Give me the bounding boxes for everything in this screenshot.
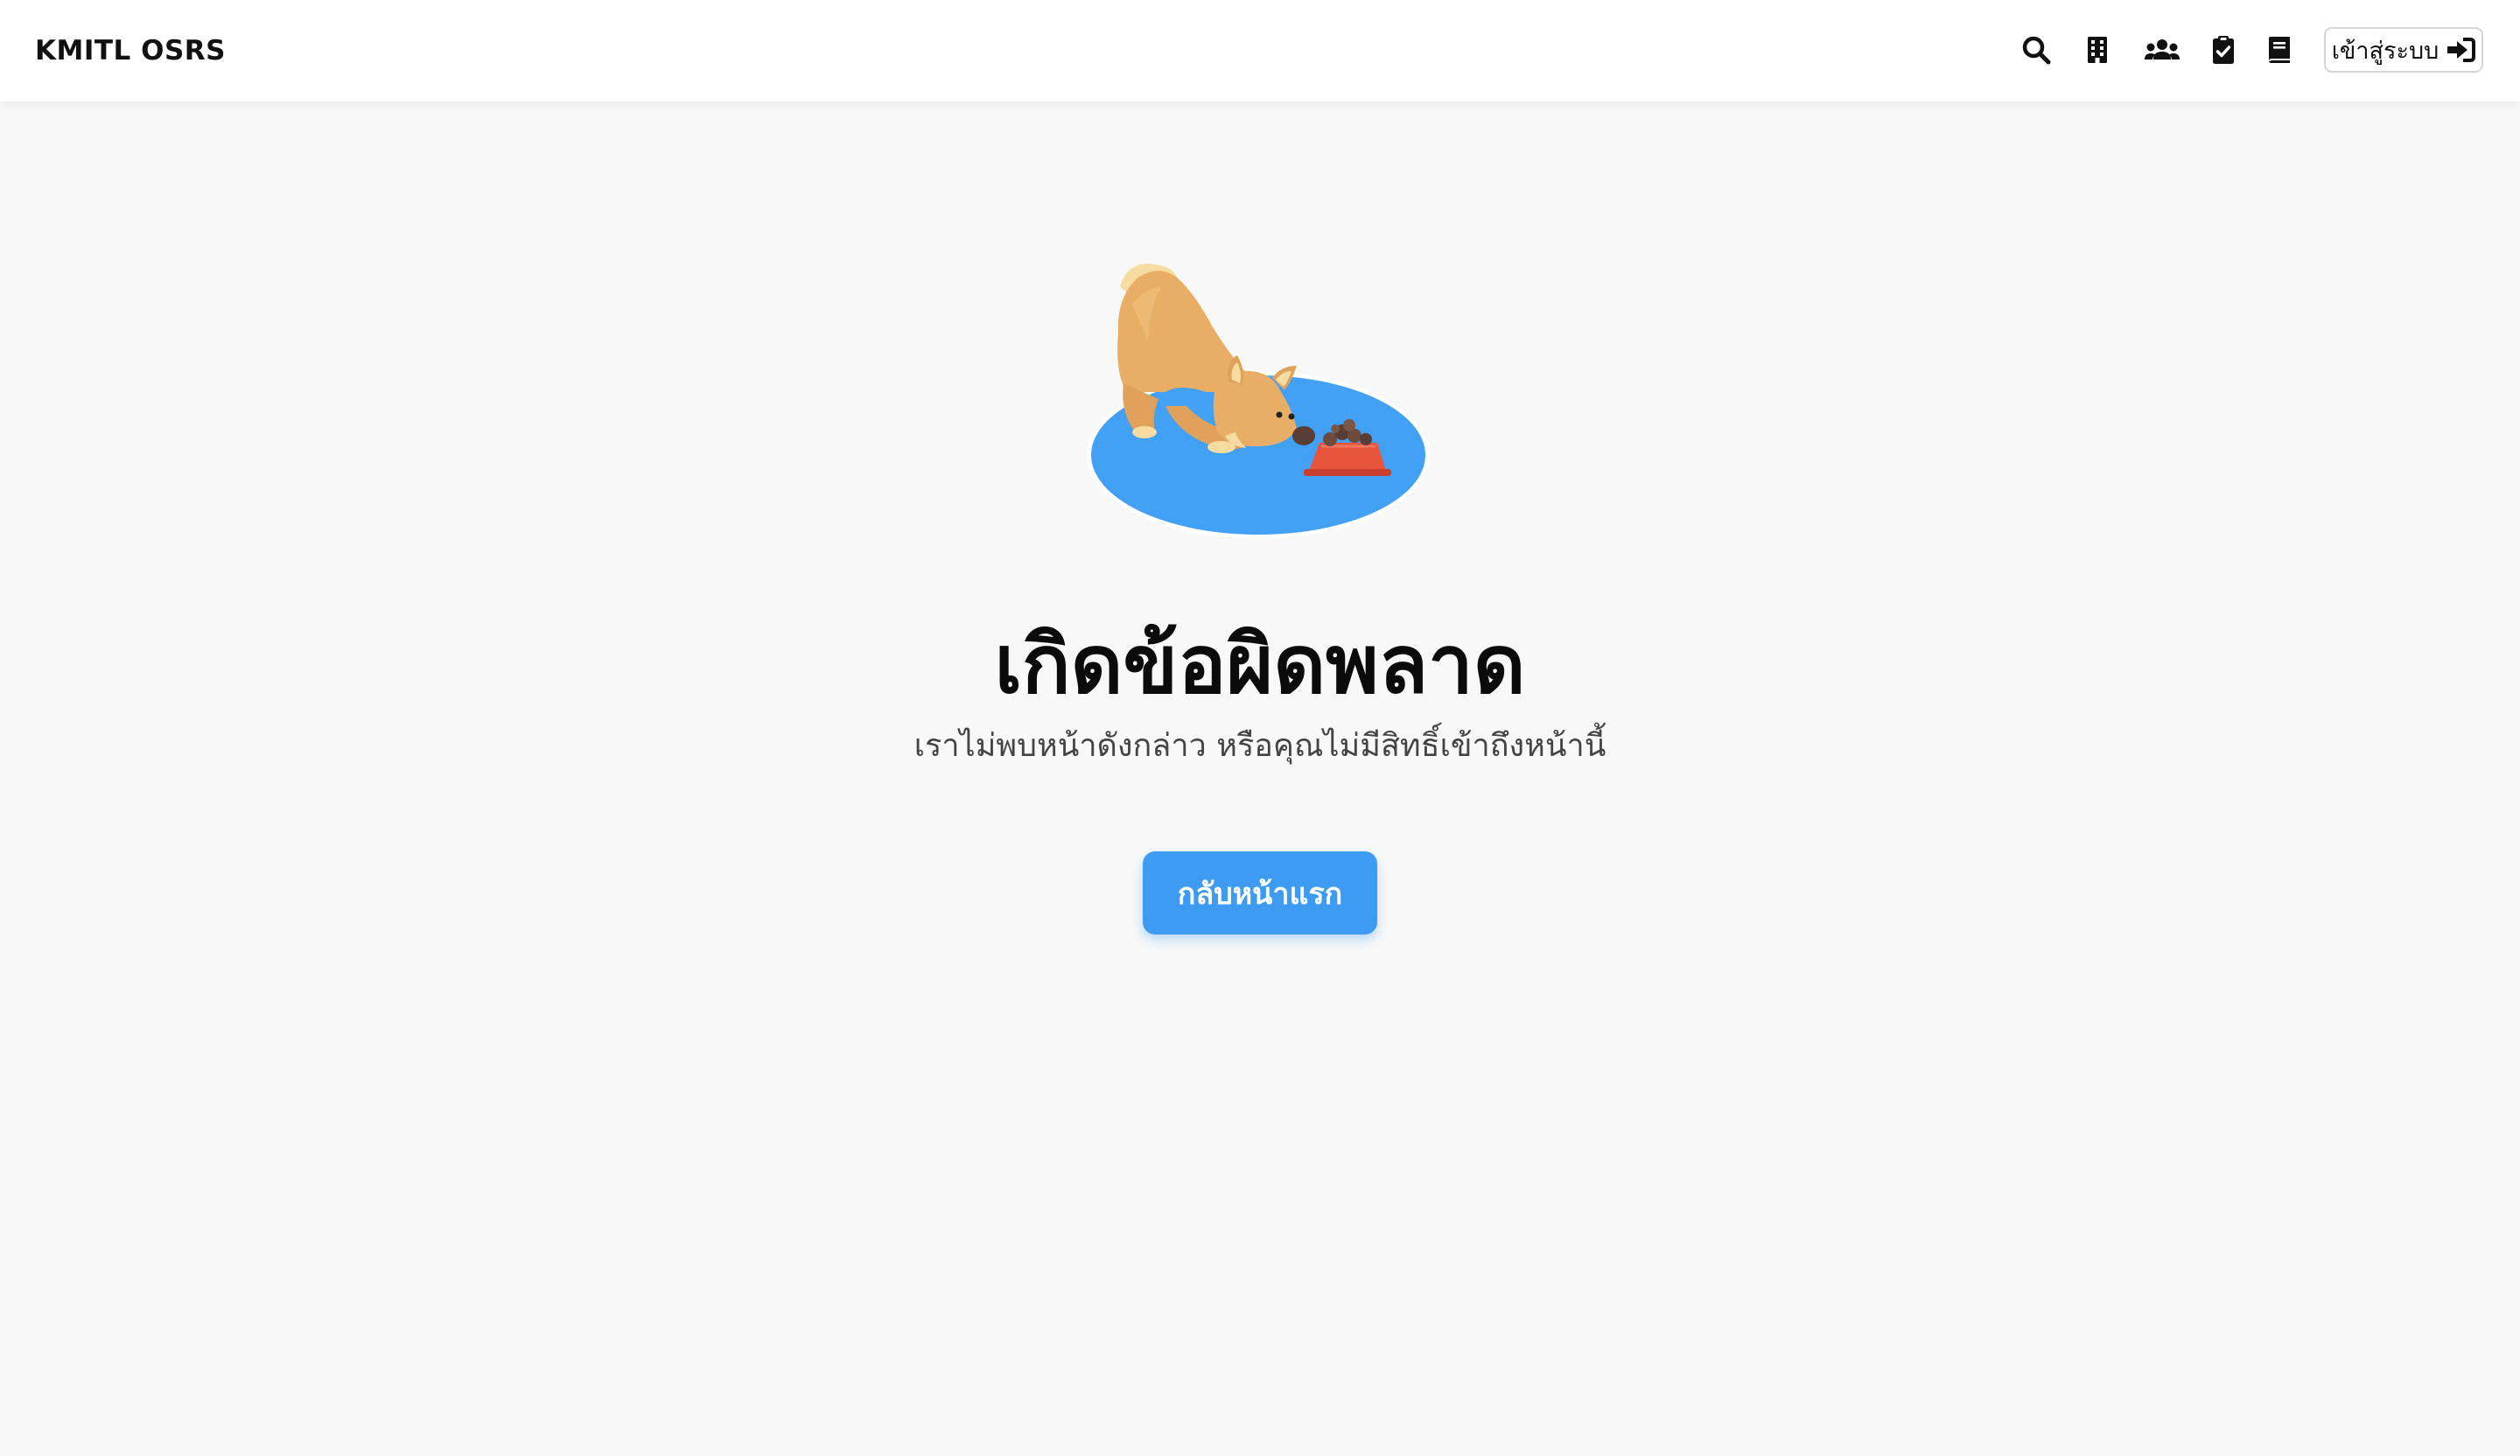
error-title: เกิดข้อผิดพลาด [994, 618, 1526, 711]
users-icon[interactable] [2144, 35, 2180, 65]
clipboard-check-icon[interactable] [2208, 35, 2238, 65]
book-icon[interactable] [2264, 35, 2294, 65]
brand-logo[interactable]: KMITL OSRS [35, 0, 226, 102]
sign-in-icon [2446, 37, 2476, 63]
search-icon[interactable] [2021, 35, 2051, 65]
building-icon[interactable] [2082, 35, 2112, 65]
top-navbar: KMITL OSRS เข้าสู่ระบบ [0, 0, 2520, 102]
back-home-label: กลับหน้าแรก [1177, 876, 1343, 912]
back-home-button[interactable]: กลับหน้าแรก [1143, 851, 1377, 934]
dog-eating-illustration [1074, 252, 1442, 550]
login-button[interactable]: เข้าสู่ระบบ [2324, 27, 2483, 73]
login-label: เข้าสู่ระบบ [2331, 37, 2440, 65]
error-message: เราไม่พบหน้าดังกล่าว หรือคุณไม่มีสิทธิ์เ… [914, 728, 1606, 764]
